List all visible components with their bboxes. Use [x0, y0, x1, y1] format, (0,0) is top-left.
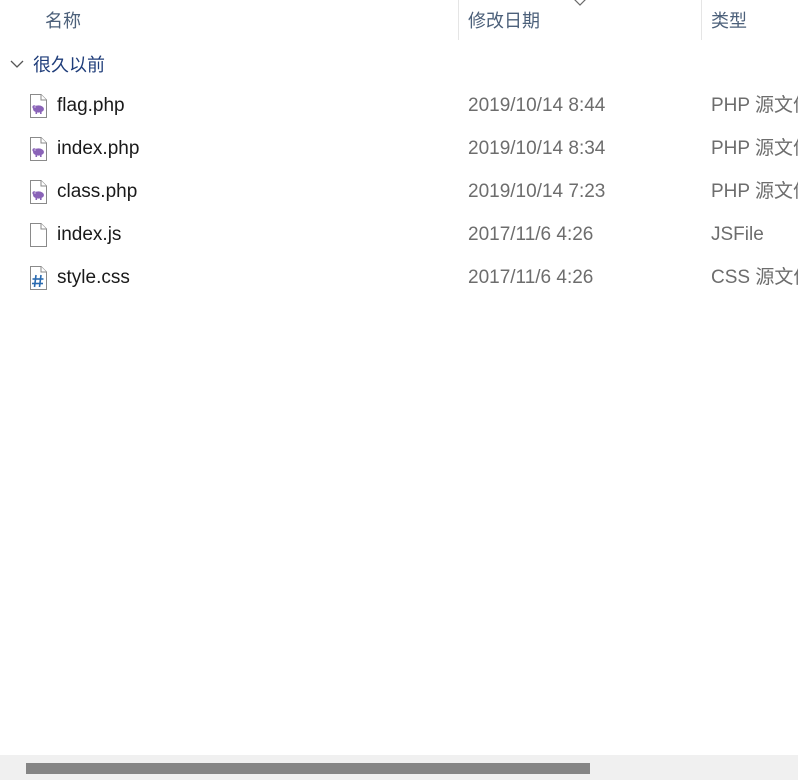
column-header-name-label: 名称	[45, 11, 81, 31]
column-header-date-label: 修改日期	[468, 11, 540, 31]
file-date: 2017/11/6 4:26	[468, 224, 594, 245]
file-type: CSS 源文件	[711, 267, 798, 288]
file-type: PHP 源文件	[711, 138, 798, 159]
file-explorer-list: 名称 修改日期 类型 很久以前 flag.php 2019/10/14 8:44…	[0, 0, 798, 780]
file-row[interactable]: class.php 2019/10/14 7:23 PHP 源文件	[0, 170, 798, 213]
file-type: JSFile	[711, 224, 764, 245]
column-header-type-label: 类型	[711, 11, 747, 31]
file-name: style.css	[57, 267, 130, 288]
chevron-down-icon[interactable]	[10, 58, 24, 70]
group-header[interactable]: 很久以前	[0, 46, 798, 84]
file-date: 2017/11/6 4:26	[468, 267, 594, 288]
scrollbar-thumb[interactable]	[26, 763, 590, 774]
css-file-icon	[30, 266, 47, 290]
file-row[interactable]: index.js 2017/11/6 4:26 JSFile	[0, 213, 798, 256]
file-row[interactable]: flag.php 2019/10/14 8:44 PHP 源文件	[0, 84, 798, 127]
file-type: PHP 源文件	[711, 181, 798, 202]
column-header-type[interactable]: 类型	[702, 0, 798, 42]
column-header-name[interactable]: 名称	[0, 0, 458, 42]
php-file-icon	[30, 137, 47, 161]
file-row[interactable]: style.css 2017/11/6 4:26 CSS 源文件	[0, 256, 798, 299]
file-name: index.js	[57, 224, 122, 245]
php-file-icon	[30, 94, 47, 118]
chevron-down-icon	[574, 0, 586, 6]
horizontal-scrollbar[interactable]	[0, 755, 798, 780]
file-date: 2019/10/14 8:44	[468, 95, 606, 116]
blank-file-icon	[30, 223, 47, 247]
file-date: 2019/10/14 7:23	[468, 181, 606, 202]
column-header-bar: 名称 修改日期 类型	[0, 0, 798, 42]
file-row[interactable]: index.php 2019/10/14 8:34 PHP 源文件	[0, 127, 798, 170]
file-name: index.php	[57, 138, 140, 159]
php-file-icon	[30, 180, 47, 204]
file-type: PHP 源文件	[711, 95, 798, 116]
file-name: flag.php	[57, 95, 125, 116]
file-name: class.php	[57, 181, 138, 202]
file-date: 2019/10/14 8:34	[468, 138, 606, 159]
group-label: 很久以前	[33, 55, 105, 75]
